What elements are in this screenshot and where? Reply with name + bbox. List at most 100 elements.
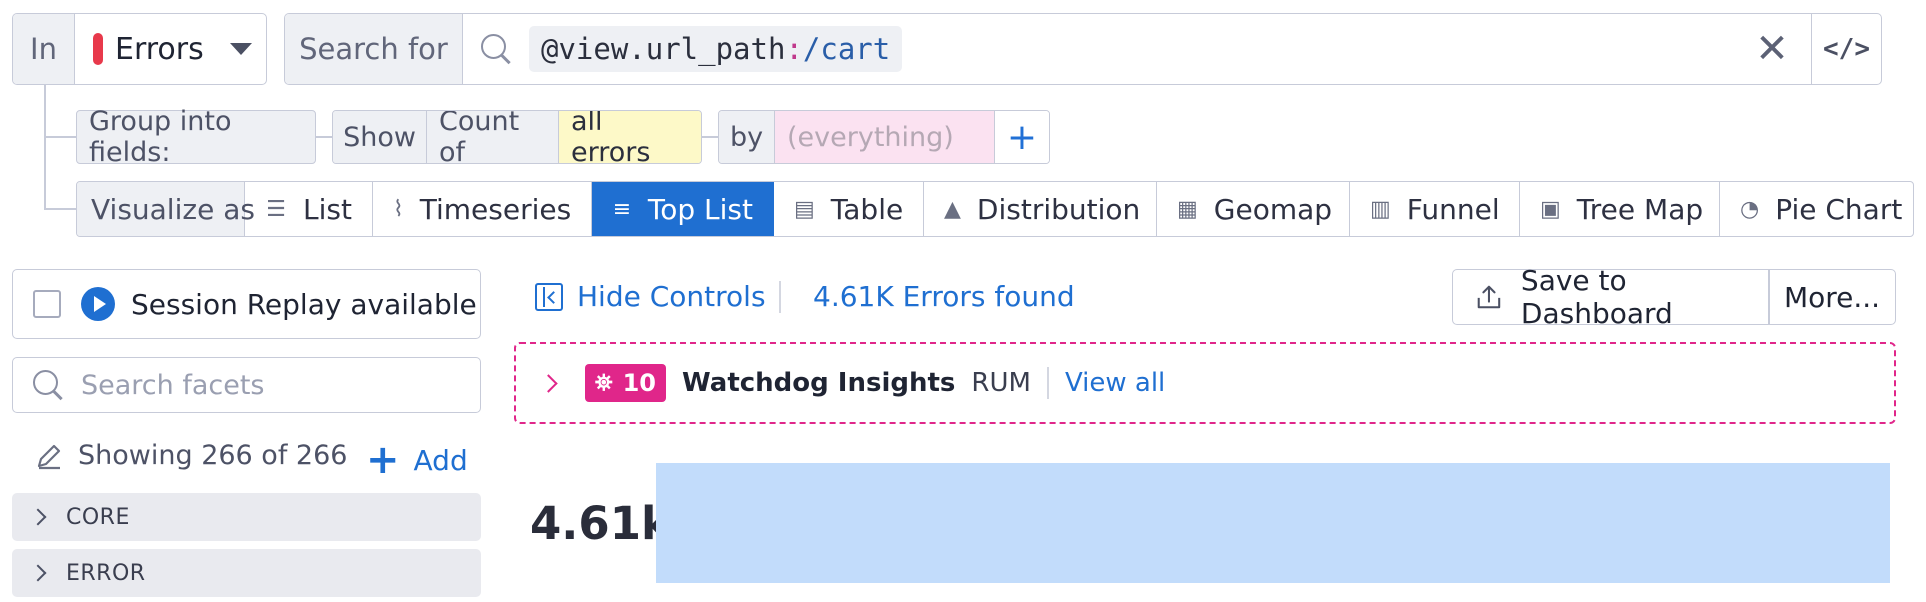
measure-group: Show Count of all errors [332,110,702,164]
viz-option-treemap[interactable]: ▣ Tree Map [1520,182,1720,236]
play-icon [81,287,115,321]
timeseries-icon: ⌇ [393,197,404,222]
measure-selector[interactable]: all errors [559,111,701,163]
facet-section-error[interactable]: ERROR [12,549,481,597]
viz-option-funnel[interactable]: ▥ Funnel [1350,182,1520,236]
table-icon: ▤ [794,197,815,222]
hide-controls-button[interactable]: Hide Controls [535,280,766,313]
viz-option-label: Pie Chart [1775,192,1903,226]
add-label: Add [413,443,468,477]
viz-option-timeseries[interactable]: ⌇ Timeseries [373,182,592,236]
caret-down-icon [230,43,252,55]
clear-query-button[interactable]: ✕ [1733,14,1811,84]
viz-option-label: Distribution [976,192,1141,226]
treemap-icon: ▣ [1540,197,1561,222]
viz-option-label: Funnel [1406,192,1500,226]
viz-option-geomap[interactable]: ▦ Geomap [1157,182,1350,236]
watchdog-count: 10 [622,369,657,397]
list-icon: ☰ [266,197,286,222]
code-view-button[interactable]: </> [1811,14,1881,84]
watchdog-badge: ⛯ 10 [585,364,667,402]
geomap-icon: ▦ [1177,197,1198,222]
add-facet-button[interactable]: + Add [366,440,468,480]
session-replay-label: Session Replay available [131,287,477,321]
more-button[interactable]: More... [1768,269,1896,325]
tree-connector-vertical [44,85,46,209]
facet-section-core[interactable]: CORE [12,493,481,541]
viz-option-label: Geomap [1213,192,1333,226]
add-group-button[interactable]: + [994,111,1049,163]
viz-option-piechart[interactable]: ◔ Pie Chart [1720,182,1913,236]
search-icon [479,32,513,66]
tree-connector-group [44,136,76,138]
plus-icon: + [366,437,400,483]
count-of-label: Count of [427,111,559,163]
export-icon [1477,285,1501,309]
source-dropdown[interactable]: Errors [75,14,266,84]
hide-controls-label: Hide Controls [577,280,766,313]
save-label: Save to Dashboard [1520,264,1673,330]
toplist-bar-track [656,463,1890,583]
visualize-as-bar: Visualize as ☰ List ⌇ Timeseries ≡ Top List… [76,181,1914,237]
viz-option-toplist[interactable]: ≡ Top List [592,182,774,236]
by-group: by (everything) + [718,110,1050,164]
piechart-icon: ◔ [1740,197,1760,222]
pencil-icon[interactable] [34,441,64,471]
viz-option-table[interactable]: ▤ Table [774,182,924,236]
viz-option-label: Table [830,192,904,226]
group-by-field[interactable]: (everything) [775,111,995,163]
session-replay-filter: Session Replay available [12,269,481,339]
chevron-right-icon[interactable] [539,373,558,393]
viz-option-label: Timeseries [419,192,572,226]
connector-group-show [316,136,332,138]
show-label: Show [333,111,427,163]
collapse-panel-icon [535,282,563,311]
tree-connector-viz [44,208,76,210]
group-into-fields-label: Group into fields: [76,106,316,168]
close-icon: ✕ [1755,26,1789,72]
chevron-right-icon [29,508,47,526]
showing-text: Showing 266 of 266 [78,440,348,471]
chevron-right-icon [29,564,47,582]
facet-search-box [12,357,481,413]
session-replay-checkbox[interactable] [33,290,61,318]
view-all-link[interactable]: View all [1065,368,1165,398]
code-icon: </> [1823,34,1870,64]
results-count[interactable]: 4.61K Errors found [813,280,1075,313]
group-label-text: Group into fields: [89,106,232,168]
by-label: by [719,111,775,163]
query-input[interactable]: @view.url_path:/cart [463,14,1733,84]
facet-section-label: CORE [66,504,130,530]
distribution-icon: ▲ [944,197,961,222]
viz-option-distribution[interactable]: ▲ Distribution [924,182,1157,236]
query-key: @view.url_path [541,32,786,66]
watchdog-product: RUM [971,368,1031,398]
error-indicator-icon [93,33,103,65]
watchdog-insights-banner: ⛯ 10 Watchdog Insights RUM View all [514,342,1896,424]
facet-count: Showing 266 of 266 [34,440,347,471]
search-for-label: Search for [285,14,463,84]
visualize-as-label: Visualize as [77,182,255,236]
toplist-bar[interactable] [656,463,1890,583]
facet-search-input[interactable] [81,369,461,401]
query-colon: : [785,32,803,66]
divider [779,281,781,313]
watchdog-title: Watchdog Insights [682,368,956,398]
viz-option-list[interactable]: ☰ List [245,182,373,236]
toplist-value: 4.61k [530,497,671,550]
query-token[interactable]: @view.url_path:/cart [529,26,903,72]
save-to-dashboard-button[interactable]: Save to Dashboard [1452,264,1770,330]
viz-option-label: List [303,192,352,226]
toplist-icon: ≡ [612,197,632,222]
viz-option-label: Top List [647,192,753,226]
viz-option-label: Tree Map [1576,192,1704,226]
query-search-box: Search for @view.url_path:/cart ✕ </> [284,13,1882,85]
connector-show-by [702,136,718,138]
source-value: Errors [115,31,204,67]
funnel-icon: ▥ [1370,197,1391,222]
query-value: /cart [802,32,891,66]
search-icon [31,368,65,402]
facet-section-label: ERROR [66,560,146,586]
divider [1046,367,1049,399]
toplist-row: 4.61k [530,463,1890,583]
